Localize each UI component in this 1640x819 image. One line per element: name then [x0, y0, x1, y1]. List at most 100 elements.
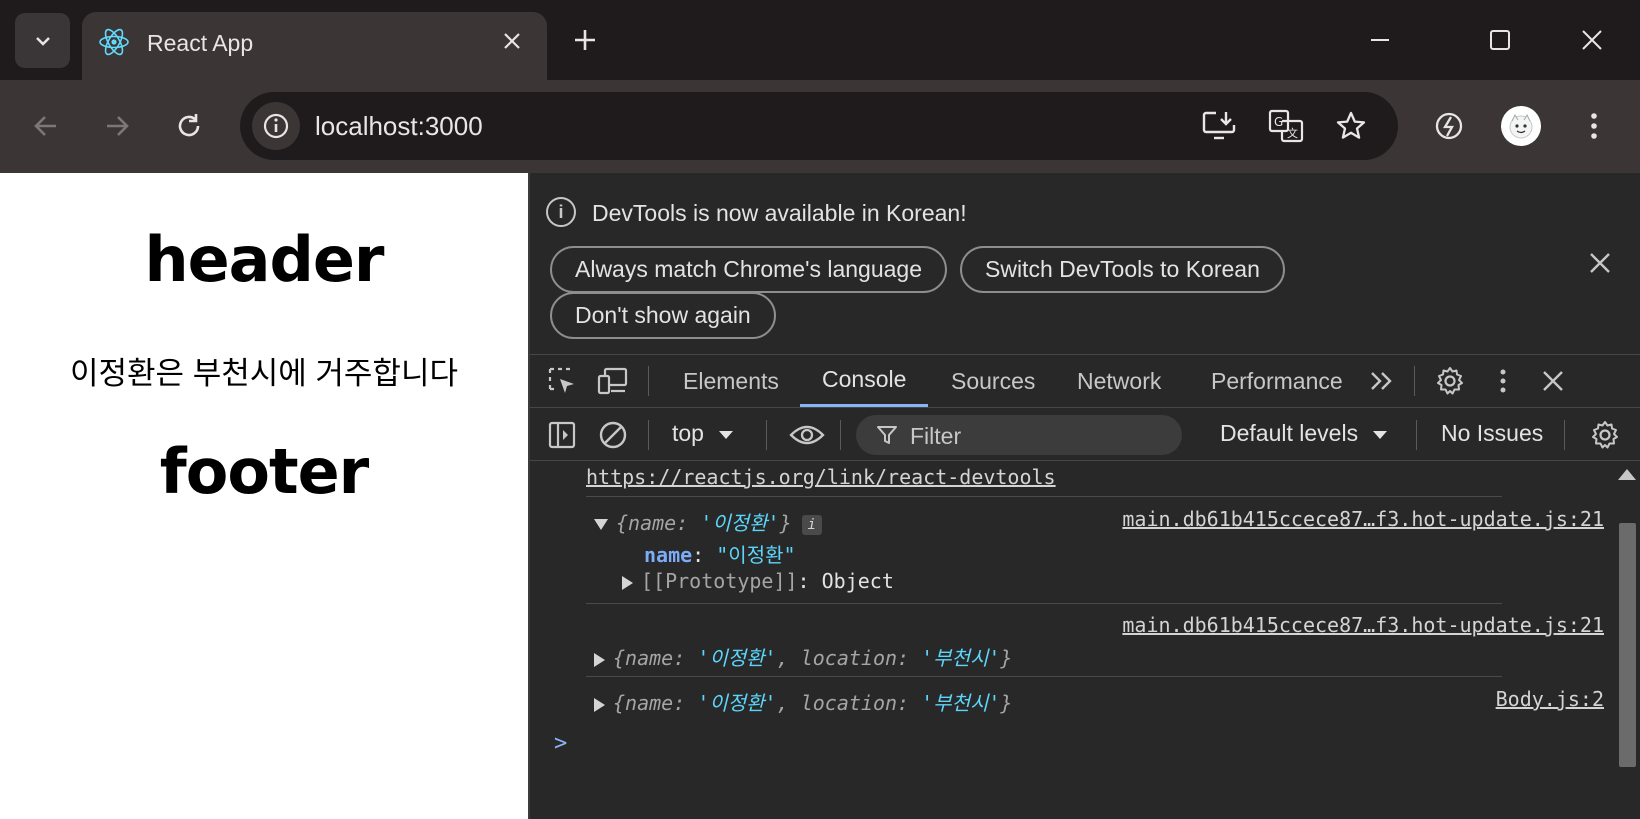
tab-search-button[interactable]	[15, 13, 70, 68]
close-icon	[1590, 253, 1610, 273]
react-logo-icon	[99, 28, 129, 56]
back-button[interactable]	[21, 101, 71, 151]
divider	[766, 420, 767, 450]
scrollbar-thumb[interactable]	[1619, 523, 1636, 767]
log-levels-dropdown[interactable]: Default levels	[1220, 420, 1388, 447]
address-bar[interactable]: localhost:3000 G文	[240, 92, 1398, 160]
console-message-2[interactable]: {name: '이정환', location: '부천시'}	[594, 642, 1012, 671]
expand-arrow-icon[interactable]	[594, 697, 605, 712]
inspect-element-button[interactable]	[542, 361, 582, 401]
tab-network[interactable]: Network	[1077, 355, 1161, 407]
browser-toolbar: localhost:3000 G文	[0, 80, 1640, 173]
eye-icon	[789, 425, 825, 445]
always-match-language-button[interactable]: Always match Chrome's language	[550, 246, 947, 293]
console-scrollbar[interactable]	[1614, 461, 1640, 819]
show-sidebar-button[interactable]	[542, 415, 582, 455]
tab-strip: React App	[0, 0, 1640, 80]
more-vertical-icon	[1500, 369, 1506, 393]
info-icon: i	[546, 197, 576, 227]
browser-menu-button[interactable]	[1569, 101, 1619, 151]
console-settings-button[interactable]	[1585, 415, 1625, 455]
close-icon	[504, 33, 520, 49]
more-tabs-button[interactable]	[1362, 361, 1402, 401]
filter-icon	[877, 426, 897, 444]
filter-input[interactable]: Filter	[856, 415, 1182, 455]
property-key: name	[644, 543, 693, 567]
expand-arrow-icon[interactable]	[622, 575, 633, 590]
devtools-settings-button[interactable]	[1430, 361, 1470, 401]
close-icon	[1543, 371, 1563, 391]
arrow-left-icon	[34, 116, 56, 136]
minimize-icon	[1371, 39, 1389, 41]
message-3-source-link[interactable]: Body.js:2	[1496, 687, 1604, 711]
arrow-right-icon	[107, 116, 129, 136]
tab-performance[interactable]: Performance	[1211, 355, 1343, 407]
minimize-button[interactable]	[1350, 10, 1410, 70]
gear-icon	[1437, 367, 1463, 395]
devtools-menu-button[interactable]	[1483, 361, 1523, 401]
expand-arrow-icon[interactable]	[594, 519, 608, 530]
console-prompt[interactable]: >	[554, 731, 567, 756]
console-output: https://reactjs.org/link/react-devtools …	[530, 461, 1614, 819]
tab-title: React App	[147, 30, 254, 56]
tab-elements[interactable]: Elements	[683, 355, 779, 407]
site-info-button[interactable]	[252, 102, 300, 150]
inspect-icon	[548, 367, 574, 393]
maximize-button[interactable]	[1470, 10, 1530, 70]
issues-counter[interactable]: No Issues	[1441, 420, 1543, 447]
expand-arrow-icon[interactable]	[594, 652, 605, 667]
clear-console-button[interactable]	[593, 415, 633, 455]
install-app-button[interactable]	[1200, 106, 1240, 146]
object-property-row: name: "이정환"	[644, 543, 796, 567]
url-text: localhost:3000	[315, 111, 483, 141]
obj-key: name	[625, 691, 674, 715]
divider	[648, 420, 649, 450]
page-body-text: 이정환은 부천시에 거주합니다	[70, 356, 458, 391]
obj-value: '부천시'	[921, 646, 1001, 670]
react-devtools-link[interactable]: https://reactjs.org/link/react-devtools	[586, 465, 1056, 489]
sidebar-icon	[548, 421, 576, 449]
window-close-button[interactable]	[1562, 10, 1622, 70]
device-toolbar-button[interactable]	[593, 361, 633, 401]
context-value: top	[672, 420, 704, 446]
tab-close-button[interactable]	[495, 24, 529, 58]
divider	[1564, 420, 1565, 450]
more-vertical-icon	[1591, 113, 1597, 139]
prototype-label: [[Prototype]]	[641, 569, 798, 593]
message-2-source-link[interactable]: main.db61b415ccece87…f3.hot-update.js:21	[1122, 613, 1604, 637]
svg-text:文: 文	[1287, 126, 1298, 140]
reload-button[interactable]	[164, 101, 214, 151]
bookmark-button[interactable]	[1331, 106, 1371, 146]
message-1-source-link[interactable]: main.db61b415ccece87…f3.hot-update.js:21	[1122, 507, 1604, 531]
close-icon	[1582, 30, 1602, 50]
prototype-row[interactable]: [[Prototype]]: Object	[622, 569, 894, 593]
double-chevron-right-icon	[1371, 372, 1392, 390]
plus-icon	[575, 30, 595, 50]
dont-show-again-button[interactable]: Don't show again	[550, 292, 776, 339]
live-expression-button[interactable]	[783, 415, 831, 455]
scroll-up-arrow-icon[interactable]	[1618, 469, 1636, 480]
divider	[1414, 366, 1415, 396]
forward-button[interactable]	[92, 101, 142, 151]
info-icon	[263, 113, 289, 139]
translate-button[interactable]: G文	[1266, 106, 1306, 146]
property-value: "이정환"	[716, 543, 796, 567]
star-icon	[1336, 111, 1366, 139]
context-selector[interactable]: top	[672, 420, 734, 447]
infobar-close-button[interactable]	[1580, 243, 1620, 283]
performance-button[interactable]	[1424, 101, 1474, 151]
obj-key: name	[625, 646, 674, 670]
dropdown-arrow-icon	[719, 431, 734, 439]
svg-text:G: G	[1274, 115, 1283, 129]
tab-sources[interactable]: Sources	[951, 355, 1035, 407]
switch-to-korean-button[interactable]: Switch DevTools to Korean	[960, 246, 1285, 293]
tab-console[interactable]: Console	[800, 355, 929, 407]
info-badge-icon[interactable]: i	[801, 514, 822, 535]
devtools-close-button[interactable]	[1533, 361, 1573, 401]
new-tab-button[interactable]	[565, 20, 605, 60]
console-message-1[interactable]: {name: '이정환'} i	[594, 507, 822, 536]
browser-tab[interactable]: React App	[82, 12, 547, 80]
clear-icon	[599, 421, 627, 449]
console-message-3[interactable]: {name: '이정환', location: '부천시'}	[594, 687, 1012, 716]
profile-avatar[interactable]	[1501, 106, 1541, 146]
